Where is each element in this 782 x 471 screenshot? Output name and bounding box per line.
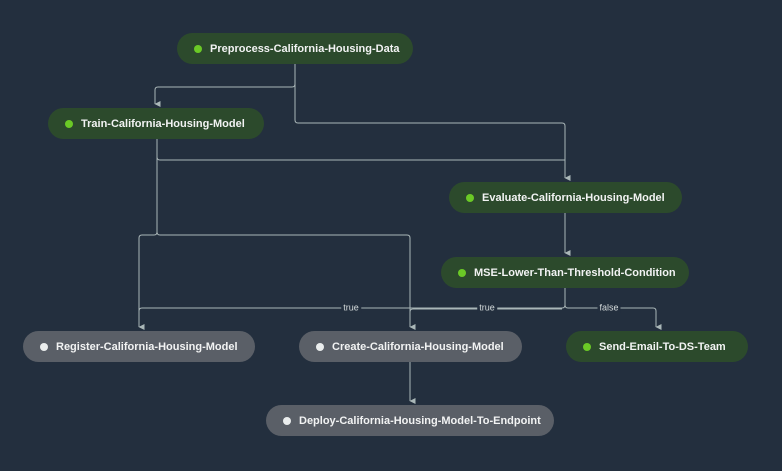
status-not-started-icon xyxy=(283,416,291,425)
edge-preprocess-to-train xyxy=(154,64,296,107)
node-label: Create-California-Housing-Model xyxy=(332,340,504,353)
status-succeeded-icon xyxy=(466,193,474,202)
edge-label-true-register: true xyxy=(341,302,361,314)
edge-label-true-create: true xyxy=(477,302,497,314)
node-preprocess[interactable]: Preprocess-California-Housing-Data xyxy=(177,33,413,64)
node-label: Deploy-California-Housing-Model-To-Endpo… xyxy=(299,414,541,427)
node-label: Preprocess-California-Housing-Data xyxy=(210,42,400,55)
edge-label-false-email: false xyxy=(597,302,621,314)
node-create[interactable]: Create-California-Housing-Model xyxy=(299,331,522,362)
status-succeeded-icon xyxy=(583,342,591,351)
status-not-started-icon xyxy=(316,342,324,351)
edge-preprocess-to-evaluate xyxy=(294,64,571,181)
status-succeeded-icon xyxy=(194,44,202,53)
node-evaluate[interactable]: Evaluate-California-Housing-Model xyxy=(449,182,682,213)
node-send-email[interactable]: Send-Email-To-DS-Team xyxy=(566,331,748,362)
pipeline-graph: true true false Preprocess-California-Ho… xyxy=(0,0,782,471)
node-label: Train-California-Housing-Model xyxy=(81,117,245,130)
node-train[interactable]: Train-California-Housing-Model xyxy=(48,108,264,139)
node-label: Register-California-Housing-Model xyxy=(56,340,238,353)
pipeline-edges xyxy=(138,64,662,404)
node-label: MSE-Lower-Than-Threshold-Condition xyxy=(474,266,676,279)
status-succeeded-icon xyxy=(458,268,466,277)
status-succeeded-icon xyxy=(65,119,73,128)
status-not-started-icon xyxy=(40,342,48,351)
edge-train-to-create xyxy=(156,231,416,330)
node-condition[interactable]: MSE-Lower-Than-Threshold-Condition xyxy=(441,257,689,288)
edge-train-to-register xyxy=(138,139,158,330)
node-register[interactable]: Register-California-Housing-Model xyxy=(23,331,255,362)
node-label: Evaluate-California-Housing-Model xyxy=(482,191,665,204)
edge-train-to-evaluate xyxy=(156,139,565,161)
node-deploy[interactable]: Deploy-California-Housing-Model-To-Endpo… xyxy=(266,405,554,436)
node-label: Send-Email-To-DS-Team xyxy=(599,340,726,353)
